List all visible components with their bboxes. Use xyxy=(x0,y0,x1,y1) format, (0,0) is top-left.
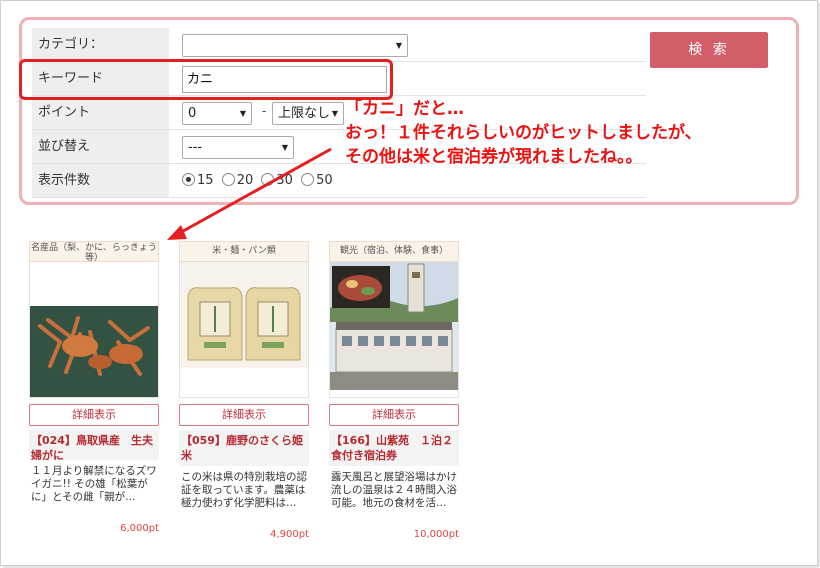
product-title[interactable]: 【059】鹿野のさくら姫米 xyxy=(179,430,309,466)
category-select[interactable]: ▼ xyxy=(182,34,408,57)
annotation-text: 「カニ」だと… おっ！１件それらしいのがヒットしましたが、 その他は米と宿泊券が… xyxy=(345,97,702,169)
product-description: この米は県の特別栽培の認証を取っています。農薬は極力使わず化学肥料は… xyxy=(181,471,307,509)
product-description: 露天風呂と展望浴場はかけ流しの温泉は２４時間入浴可能。地元の食材を活… xyxy=(331,471,457,509)
count-radio-20[interactable]: 20 xyxy=(221,173,253,188)
category-row: カテゴリ： ▼ xyxy=(32,28,646,62)
chevron-down-icon: ▼ xyxy=(331,109,338,118)
detail-button[interactable]: 詳細表示 xyxy=(29,404,159,426)
count-radio-group: 15 20 30 50 xyxy=(182,173,337,188)
point-max-value: 上限なし xyxy=(278,106,331,121)
product-card: 名産品（梨、かに、らっきょう等） 詳細表示 【024】鳥取県産 生夫婦がに １１… xyxy=(29,241,159,534)
sort-label: 並び替え xyxy=(32,130,169,163)
radio-icon xyxy=(221,173,235,186)
product-category: 観光（宿泊、体験、食事） xyxy=(329,241,459,262)
point-max-select[interactable]: 上限なし ▼ xyxy=(272,102,344,125)
point-label: ポイント xyxy=(32,96,169,129)
count-radio-50[interactable]: 50 xyxy=(301,173,333,188)
product-card: 観光（宿泊、体験、食事） 詳細表示 【166】山紫苑 １泊２食付き宿泊券 露天風… xyxy=(329,241,459,540)
product-image-rice[interactable] xyxy=(179,262,309,398)
radio-icon xyxy=(261,173,275,186)
crab-image xyxy=(30,262,158,397)
rice-bags-image xyxy=(180,262,308,368)
product-price: 10,000pt xyxy=(413,529,459,540)
arrow-head xyxy=(167,225,187,240)
product-category: 米・麺・パン類 xyxy=(179,241,309,262)
product-image-crab[interactable] xyxy=(29,262,159,398)
keyword-highlight-box xyxy=(19,59,393,100)
product-category: 名産品（梨、かに、らっきょう等） xyxy=(29,241,159,262)
chevron-down-icon: ▼ xyxy=(395,41,402,50)
product-title[interactable]: 【166】山紫苑 １泊２食付き宿泊券 xyxy=(329,430,459,466)
radio-icon xyxy=(182,173,195,186)
range-separator: - xyxy=(262,104,267,118)
sort-value: --- xyxy=(188,140,203,155)
point-min-value: 0 xyxy=(188,106,197,121)
annotation-line: おっ！１件それらしいのがヒットしましたが、 xyxy=(345,123,702,143)
product-image-hotel[interactable] xyxy=(329,262,459,398)
product-title[interactable]: 【024】鳥取県産 生夫婦がに xyxy=(29,430,159,460)
detail-button[interactable]: 詳細表示 xyxy=(179,404,309,426)
product-card: 米・麺・パン類 詳細表示 【059】鹿野のさくら姫米 この米は県の特別栽培の認証… xyxy=(179,241,309,540)
sort-select[interactable]: --- ▼ xyxy=(182,136,294,159)
point-min-select[interactable]: 0 ▼ xyxy=(182,102,252,125)
screenshot-frame: カテゴリ： ▼ キーワード カニ ポイント 0 ▼ - 上限なし ▼ 並び替え xyxy=(0,0,818,566)
detail-button[interactable]: 詳細表示 xyxy=(329,404,459,426)
count-radio-15[interactable]: 15 xyxy=(182,173,214,188)
category-label: カテゴリ： xyxy=(32,28,169,61)
search-button[interactable]: 検 索 xyxy=(650,32,768,68)
product-description: １１月より解禁になるズワイガニ!! その雄「松葉がに」とその雌「親が… xyxy=(31,465,157,503)
hotel-image xyxy=(330,262,458,390)
count-radio-30[interactable]: 30 xyxy=(261,173,293,188)
product-price: 4,900pt xyxy=(270,529,309,540)
annotation-line: その他は米と宿泊券が現れましたね。。 xyxy=(345,147,643,167)
count-row: 表示件数 15 20 30 50 xyxy=(32,164,646,198)
chevron-down-icon: ▼ xyxy=(281,143,288,152)
count-label: 表示件数 xyxy=(32,164,169,197)
chevron-down-icon: ▼ xyxy=(239,109,246,118)
product-price: 6,000pt xyxy=(120,523,159,534)
radio-icon xyxy=(301,173,315,186)
annotation-line: 「カニ」だと… xyxy=(345,99,464,119)
